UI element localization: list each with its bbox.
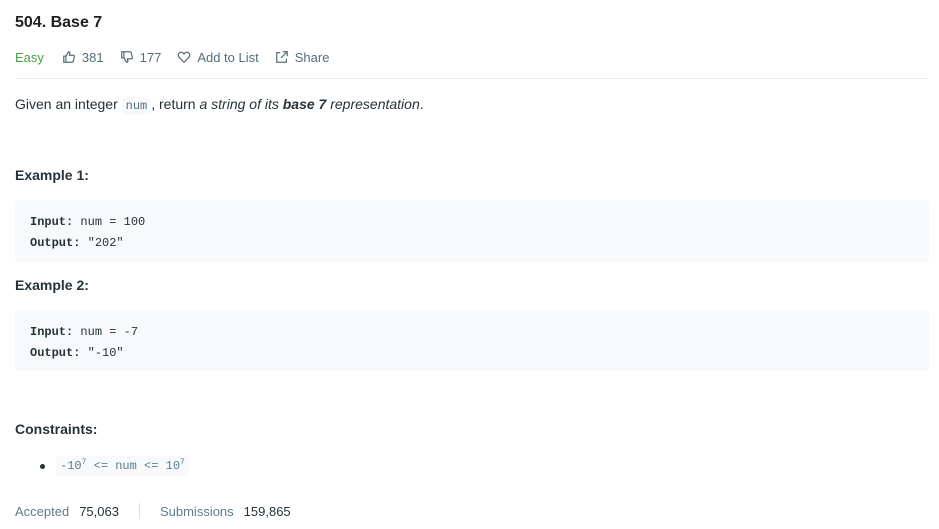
description-text: . (419, 96, 424, 112)
submissions-label: Submissions (159, 503, 234, 519)
example-2-input: Input: num = -7 (30, 322, 914, 343)
accepted-label: Accepted (15, 503, 70, 519)
problem-title: 504. Base 7 (15, 14, 103, 31)
constraints-title: Constraints: (15, 421, 98, 437)
like-count: 381 (81, 49, 104, 65)
output-value: "202" (80, 236, 124, 250)
example-2-title: Example 2: (15, 277, 89, 293)
description-emphasis: a string of its (199, 96, 283, 112)
header-divider (15, 78, 929, 79)
constraint-code: -107 <= num <= 107 (56, 456, 189, 476)
example-1-title: Example 1: (15, 167, 89, 183)
like-button[interactable]: 381 (62, 50, 104, 65)
example-1-input: Input: num = 100 (30, 212, 914, 233)
share-label: Share (294, 49, 330, 65)
problem-description: Given an integer num, return a string of… (15, 96, 424, 115)
example-2-box: Input: num = -7 Output: "-10" (15, 310, 929, 371)
heart-icon (177, 51, 191, 64)
submissions-value: 159,865 (243, 503, 291, 519)
inline-code-num: num (121, 97, 152, 115)
input-value: num = -7 (73, 325, 139, 339)
output-value: "-10" (80, 346, 124, 360)
input-value: num = 100 (73, 215, 146, 229)
output-label: Output: (30, 236, 81, 250)
description-text: , return (151, 96, 200, 112)
thumbs-up-icon (63, 51, 75, 63)
problem-page: 504. Base 7 Easy 381 177 Add to List Sha… (0, 0, 939, 529)
example-1-output: Output: "202" (30, 233, 914, 254)
input-label: Input: (30, 325, 74, 339)
problem-meta-bar: Easy 381 177 Add to List Share (15, 48, 345, 66)
add-to-list-button[interactable]: Add to List (177, 49, 259, 65)
description-emphasis: representation (326, 96, 420, 112)
input-label: Input: (30, 215, 74, 229)
share-button[interactable]: Share (275, 49, 330, 65)
accepted-value: 75,063 (79, 503, 119, 519)
description-text: Given an integer (15, 96, 122, 112)
output-label: Output: (30, 346, 81, 360)
bullet-point (40, 463, 45, 469)
dislike-button[interactable]: 177 (120, 49, 162, 65)
dislike-count: 177 (139, 49, 162, 65)
example-2-output: Output: "-10" (30, 343, 914, 364)
add-to-list-label: Add to List (197, 49, 259, 65)
submission-stats: Accepted 75,063 Submissions 159,865 (15, 503, 291, 519)
constraint-list-item: -107 <= num <= 107 (40, 456, 189, 476)
example-1-box: Input: num = 100 Output: "202" (15, 200, 929, 262)
difficulty-badge: Easy (15, 49, 44, 65)
share-icon (275, 51, 288, 63)
description-bold: base 7 (282, 96, 327, 112)
thumbs-down-icon (120, 51, 133, 63)
stats-divider (138, 503, 140, 519)
